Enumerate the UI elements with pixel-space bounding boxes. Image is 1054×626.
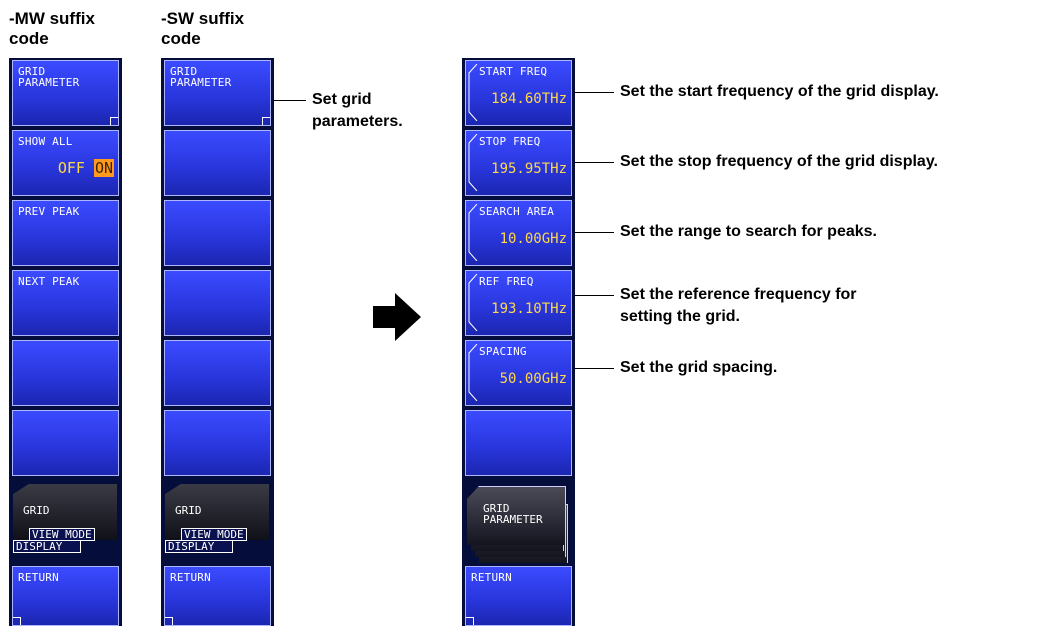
leader-line [575,232,614,233]
return-corner-icon [466,617,474,625]
show-all-label: SHOW ALL [18,135,73,148]
view-mode-softkey[interactable]: GRID VIEW MODE DISPLAY [164,484,271,564]
empty-softkey[interactable] [12,410,119,476]
grid-parameter-label: GRID PARAMETER [170,65,232,89]
spacing-annotation: Set the grid spacing. [620,359,778,376]
start-freq-annotation: Set the start frequency of the grid disp… [620,83,939,100]
search-area-value: 10.00GHz [499,231,567,247]
value-bracket-icon [468,204,478,261]
search-area-label: SEARCH AREA [479,205,555,218]
mw-suffix-header: -MW suffix code [9,9,95,49]
spacing-softkey[interactable]: SPACING 50.00GHz [465,340,572,406]
empty-softkey[interactable] [164,270,271,336]
spacing-label: SPACING [479,345,527,358]
grid-view-label: GRID [23,504,50,517]
return-corner-icon [13,617,21,625]
softkey-panel-sw: GRID PARAMETER GRID VIEW MODE DISPLAY RE… [161,58,274,626]
empty-softkey[interactable] [164,410,271,476]
stop-freq-softkey[interactable]: STOP FREQ 195.95THz [465,130,572,196]
stop-freq-value: 195.95THz [491,161,567,177]
stop-freq-annotation: Set the stop frequency of the grid displ… [620,153,938,170]
set-grid-parameters-annotation: Set grid parameters. [312,91,403,130]
ref-freq-label: REF FREQ [479,275,534,288]
return-corner-icon [165,617,173,625]
value-bracket-icon [468,64,478,121]
right-arrow-icon [373,293,421,341]
mw-code-label: code [9,29,49,48]
leader-line [575,295,614,296]
value-bracket-icon [468,274,478,331]
softkey-panel-mw: GRID PARAMETER SHOW ALL OFF ON PREV PEAK… [9,58,122,626]
return-softkey[interactable]: RETURN [465,566,572,626]
grid-parameter-softkey[interactable]: GRID PARAMETER [164,60,271,126]
toggle-off-label: OFF [57,159,85,177]
mw-suffix-label: -MW suffix [9,9,95,28]
ref-freq-softkey[interactable]: REF FREQ 193.10THz [465,270,572,336]
submenu-corner-icon [262,117,270,125]
value-bracket-icon [468,134,478,191]
submenu-corner-icon [110,117,118,125]
prev-peak-label: PREV PEAK [18,205,80,218]
sw-code-label: code [161,29,201,48]
empty-softkey[interactable] [164,340,271,406]
start-freq-value: 184.60THz [491,91,567,107]
value-bracket-icon [468,344,478,401]
ref-freq-value: 193.10THz [491,301,567,317]
grid-view-label: GRID [175,504,202,517]
empty-softkey[interactable] [164,200,271,266]
return-label: RETURN [18,571,59,584]
return-softkey[interactable]: RETURN [164,566,271,626]
return-label: RETURN [170,571,211,584]
leader-line [575,162,614,163]
next-peak-label: NEXT PEAK [18,275,80,288]
view-mode-softkey[interactable]: GRID VIEW MODE DISPLAY [12,484,119,564]
start-freq-softkey[interactable]: START FREQ 184.60THz [465,60,572,126]
grid-parameter-softkey[interactable]: GRID PARAMETER [12,60,119,126]
display-label: DISPLAY [165,540,234,553]
start-freq-label: START FREQ [479,65,548,78]
next-peak-softkey[interactable]: NEXT PEAK [12,270,119,336]
grid-parameter-label: GRID PARAMETER [18,65,80,89]
display-label: DISPLAY [13,540,82,553]
search-area-softkey[interactable]: SEARCH AREA 10.00GHz [465,200,572,266]
sw-suffix-header: -SW suffix code [161,9,244,49]
empty-softkey[interactable] [12,340,119,406]
return-label: RETURN [471,571,512,584]
leader-line [575,368,614,369]
grid-parameter-mode-softkey[interactable]: GRID PARAMETER [465,484,572,564]
empty-softkey[interactable] [164,130,271,196]
sw-suffix-label: -SW suffix [161,9,245,28]
ref-freq-annotation: Set the reference frequency for setting … [620,286,857,325]
return-softkey[interactable]: RETURN [12,566,119,626]
softkey-panel-grid-parameter: START FREQ 184.60THz STOP FREQ 195.95THz… [462,58,575,626]
show-all-toggle: OFF ON [58,159,114,177]
stop-freq-label: STOP FREQ [479,135,541,148]
leader-line [274,100,306,101]
empty-softkey[interactable] [465,410,572,476]
prev-peak-softkey[interactable]: PREV PEAK [12,200,119,266]
search-area-annotation: Set the range to search for peaks. [620,223,877,240]
leader-line [575,92,614,93]
grid-parameter-mode-label: GRID PARAMETER [483,502,543,526]
spacing-value: 50.00GHz [499,371,567,387]
show-all-softkey[interactable]: SHOW ALL OFF ON [12,130,119,196]
toggle-on-label: ON [93,159,114,177]
